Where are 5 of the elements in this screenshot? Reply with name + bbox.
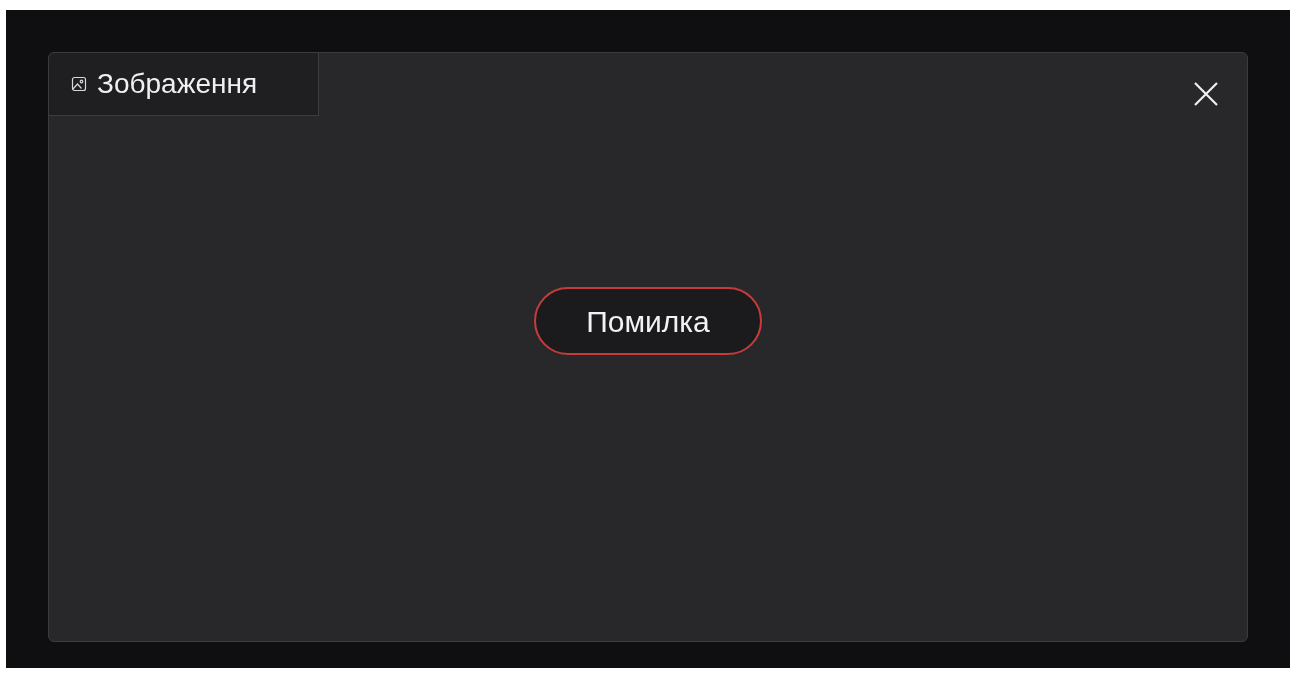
close-icon [1193, 81, 1219, 107]
error-badge: Помилка [534, 287, 762, 355]
image-icon [71, 76, 87, 92]
panel-tab[interactable]: Зображення [49, 53, 319, 116]
tab-label: Зображення [97, 70, 258, 98]
